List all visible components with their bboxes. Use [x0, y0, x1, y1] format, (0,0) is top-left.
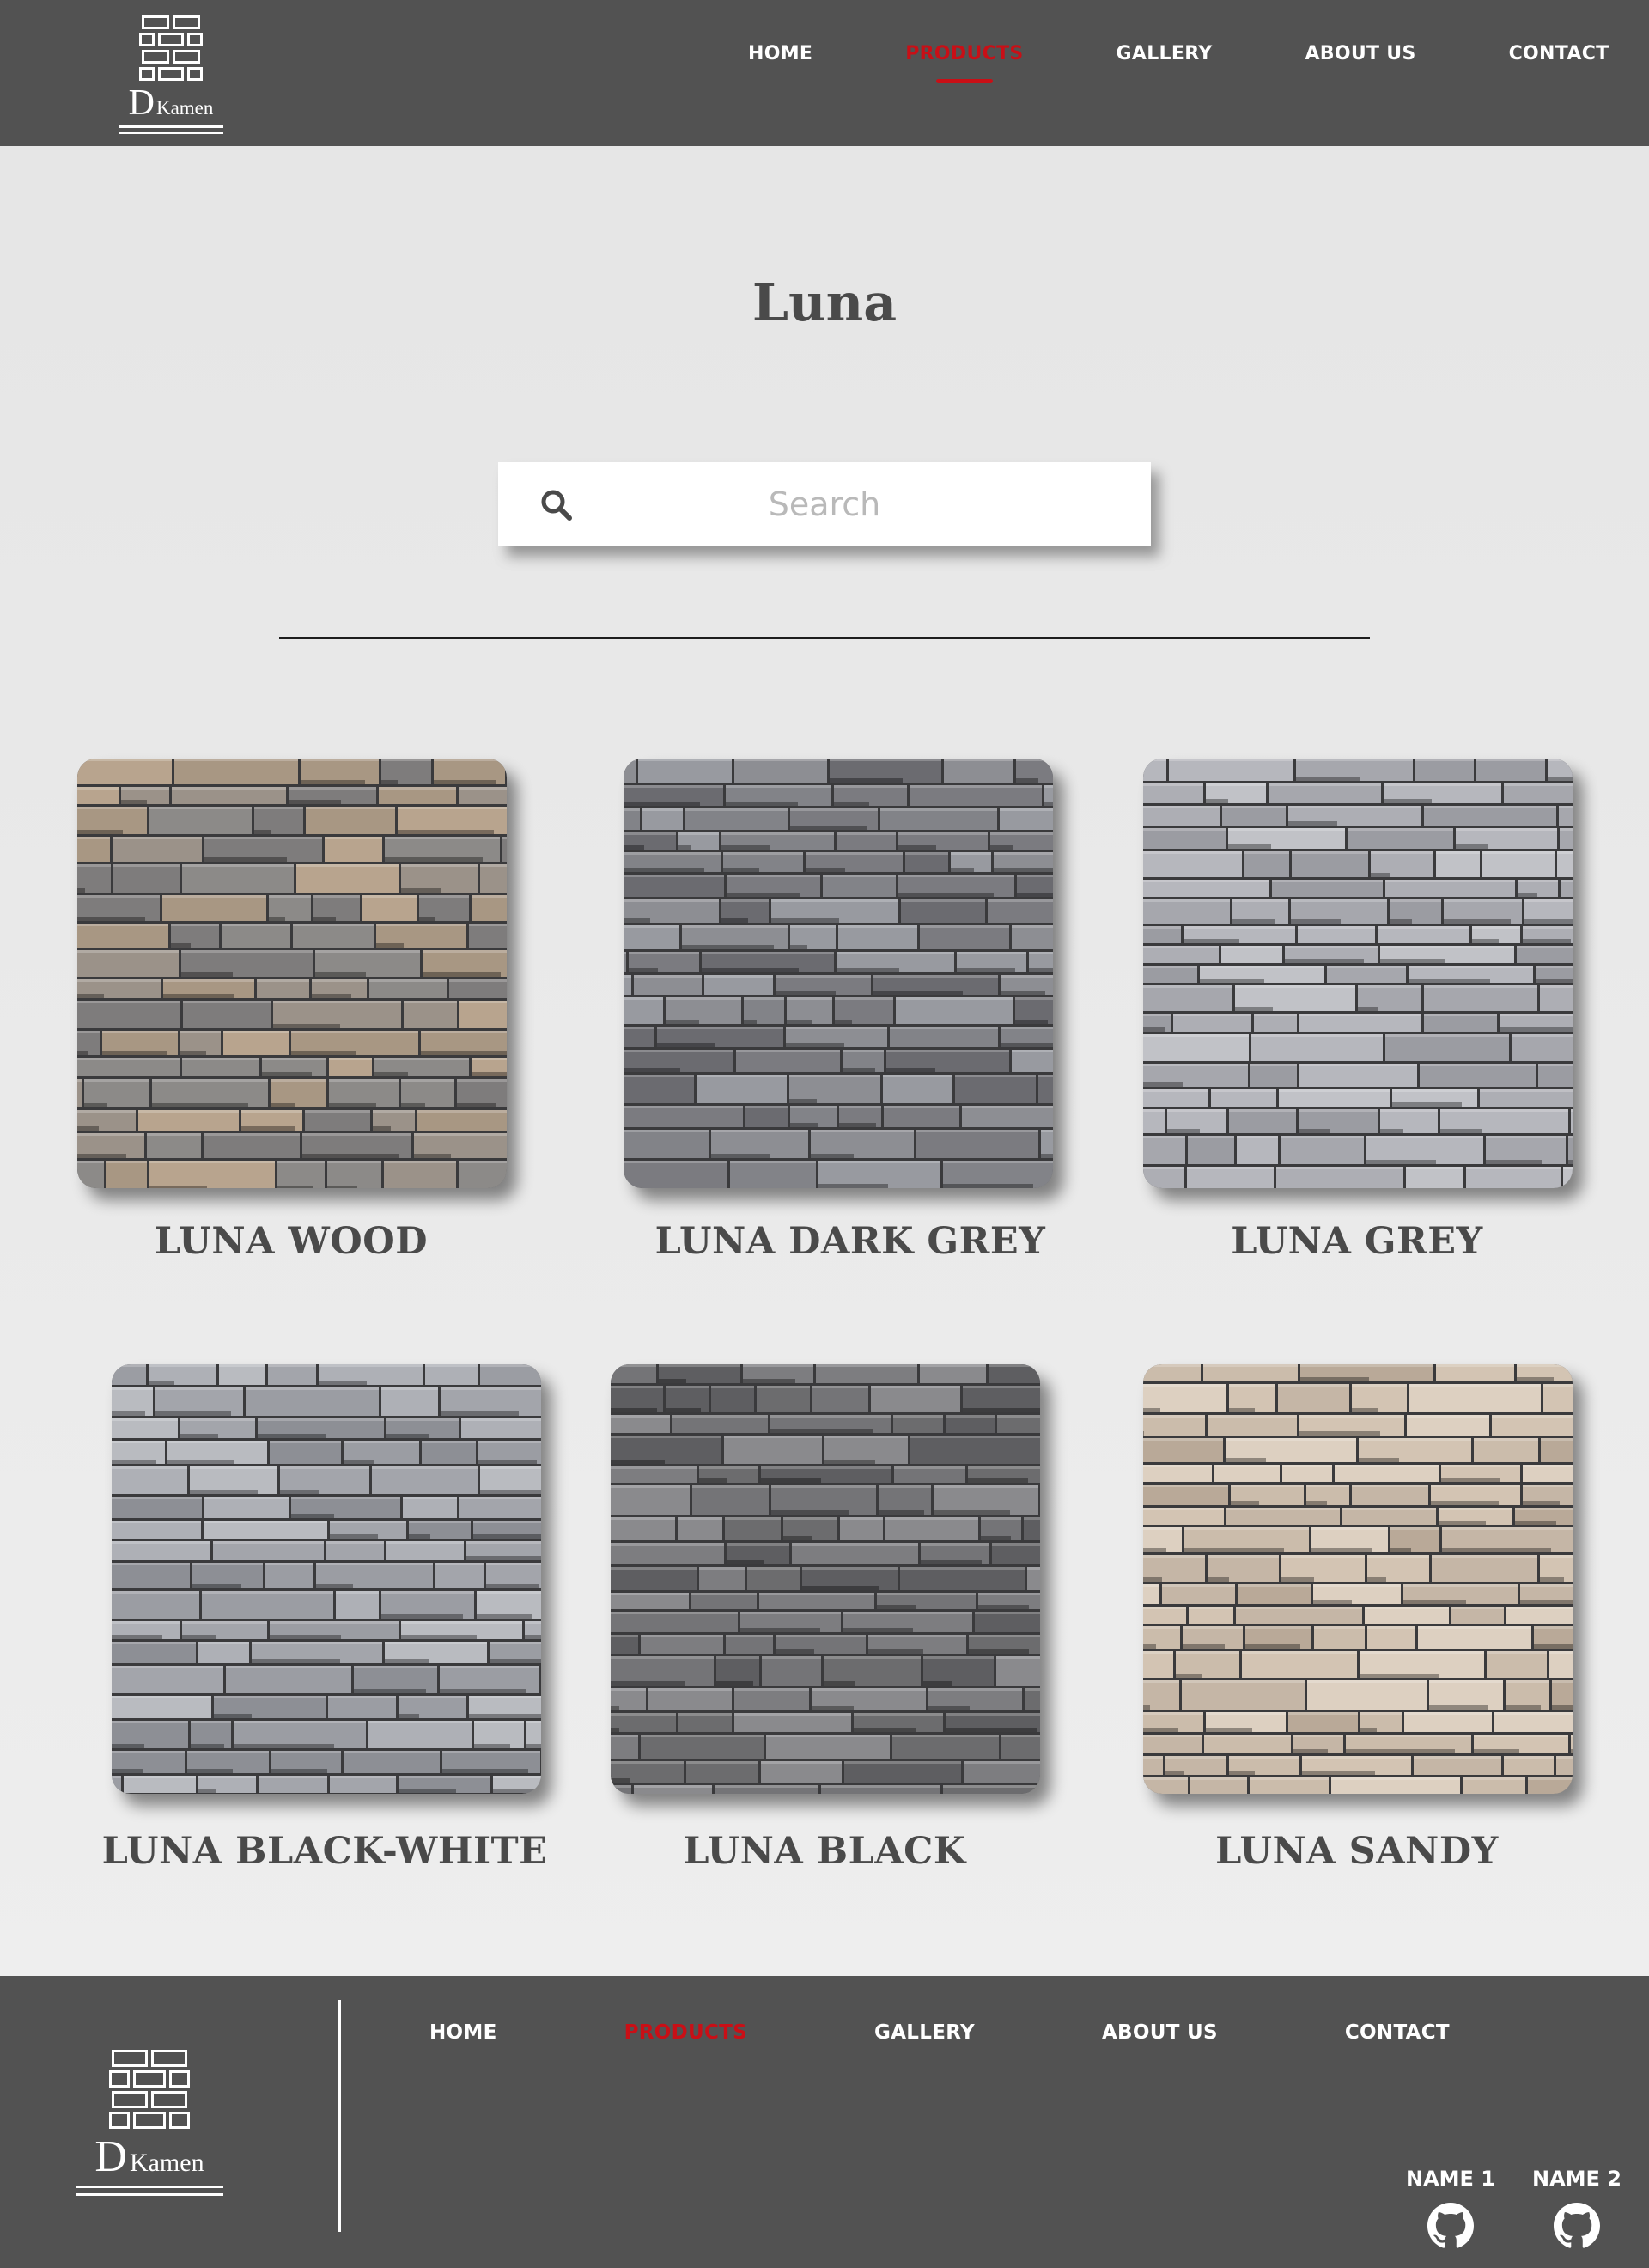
nav-contact[interactable]: CONTACT: [1509, 43, 1609, 64]
contributor-name: NAME 2: [1532, 2167, 1622, 2191]
nav-about-us[interactable]: ABOUT US: [1305, 43, 1415, 64]
contributor-1: NAME 1: [1403, 2167, 1498, 2249]
search-input[interactable]: [593, 462, 1056, 546]
footer-nav-gallery[interactable]: GALLERY: [874, 2021, 975, 2044]
footer-nav: HOME PRODUCTS GALLERY ABOUT US CONTACT: [429, 2021, 1450, 2044]
nav-home[interactable]: HOME: [748, 43, 812, 64]
nav-gallery[interactable]: GALLERY: [1117, 43, 1213, 64]
footer-divider: [338, 2000, 341, 2232]
product-name[interactable]: LUNA BLACK: [567, 1830, 1082, 1873]
footer-logo[interactable]: D Kamen: [76, 2050, 223, 2196]
product-image[interactable]: [611, 1364, 1040, 1794]
product-name[interactable]: LUNA BLACK-WHITE: [67, 1830, 582, 1873]
product-image[interactable]: [112, 1364, 541, 1794]
logo-underline: [76, 2193, 223, 2196]
site-footer: D Kamen HOME PRODUCTS GALLERY ABOUT US C…: [0, 1976, 1649, 2268]
github-icon[interactable]: [1554, 2203, 1600, 2249]
product-name[interactable]: LUNA GREY: [1099, 1220, 1615, 1263]
nav-products[interactable]: PRODUCTS: [905, 43, 1023, 64]
footer-nav-about-us[interactable]: ABOUT US: [1102, 2021, 1218, 2044]
product-image[interactable]: [77, 759, 507, 1188]
github-icon[interactable]: [1427, 2203, 1474, 2249]
site-header: D Kamen HOME PRODUCTS GALLERY ABOUT US C…: [0, 0, 1649, 146]
logo-letter: D: [128, 83, 155, 123]
search-icon[interactable]: [539, 488, 574, 522]
product-name[interactable]: LUNA SANDY: [1099, 1830, 1615, 1873]
product-image[interactable]: [624, 759, 1053, 1188]
brick-logo-icon: [139, 15, 203, 81]
logo-letter: D: [94, 2132, 127, 2181]
product-image[interactable]: [1143, 759, 1573, 1188]
footer-nav-contact[interactable]: CONTACT: [1345, 2021, 1450, 2044]
footer-nav-products[interactable]: PRODUCTS: [624, 2021, 747, 2044]
footer-nav-home[interactable]: HOME: [429, 2021, 497, 2044]
header-logo[interactable]: D Kamen: [119, 15, 223, 134]
logo-underline: [119, 132, 223, 134]
logo-underline: [119, 125, 223, 128]
page-title: Luna: [751, 273, 898, 333]
contributor-2: NAME 2: [1530, 2167, 1624, 2249]
brick-logo-icon: [109, 2050, 190, 2129]
product-name[interactable]: LUNA DARK GREY: [593, 1220, 1108, 1263]
product-image[interactable]: [1143, 1364, 1573, 1794]
search-box: [498, 462, 1151, 546]
logo-word: Kamen: [155, 97, 214, 119]
header-nav: HOME PRODUCTS GALLERY ABOUT US CONTACT: [748, 43, 1609, 64]
logo-underline: [76, 2186, 223, 2188]
section-divider: [279, 637, 1370, 639]
contributor-name: NAME 1: [1406, 2167, 1495, 2191]
logo-word: Kamen: [129, 2149, 204, 2177]
product-name[interactable]: LUNA WOOD: [33, 1220, 549, 1263]
